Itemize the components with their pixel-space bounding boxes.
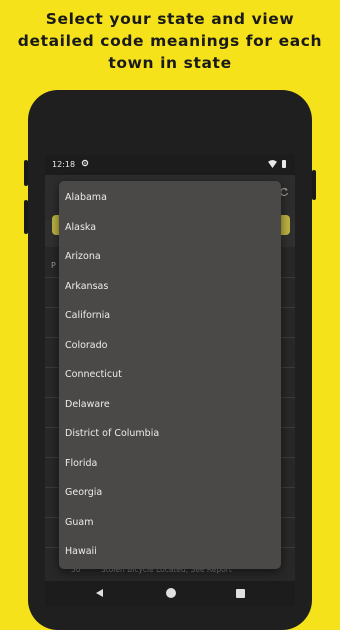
headline-line-2: detailed code meanings for each: [17, 32, 323, 50]
phone-side-button: [24, 160, 28, 186]
promo-headline: Select your state and view detailed code…: [0, 8, 340, 74]
battery-icon: [282, 160, 286, 168]
navigation-bar: [45, 581, 295, 606]
state-option-district-of-columbia[interactable]: District of Columbia: [59, 419, 281, 448]
state-option-arizona[interactable]: Arizona: [59, 242, 281, 271]
state-option-alabama[interactable]: Alabama: [59, 183, 281, 212]
state-option-hawaii[interactable]: Hawaii: [59, 537, 281, 566]
state-option-florida[interactable]: Florida: [59, 449, 281, 478]
headline-line-1: Select your state and view: [45, 10, 295, 28]
status-bar: 12:18: [45, 155, 295, 175]
back-icon[interactable]: [96, 589, 103, 597]
state-dropdown-menu: Alabama Alaska Arizona Arkansas Californ…: [59, 181, 281, 569]
status-time: 12:18: [52, 160, 76, 169]
state-option-california[interactable]: California: [59, 301, 281, 330]
list-header: P: [51, 261, 56, 270]
wifi-icon: [268, 160, 277, 168]
phone-side-button: [24, 200, 28, 234]
state-option-connecticut[interactable]: Connecticut: [59, 360, 281, 389]
state-option-delaware[interactable]: Delaware: [59, 390, 281, 419]
phone-side-button: [312, 170, 316, 200]
state-option-georgia[interactable]: Georgia: [59, 478, 281, 507]
recents-icon[interactable]: [236, 589, 245, 598]
gear-icon: [81, 159, 89, 167]
home-icon[interactable]: [166, 588, 176, 598]
headline-line-3: town in state: [108, 54, 232, 72]
state-option-arkansas[interactable]: Arkansas: [59, 272, 281, 301]
state-option-alaska[interactable]: Alaska: [59, 213, 281, 242]
state-option-guam[interactable]: Guam: [59, 508, 281, 537]
state-option-colorado[interactable]: Colorado: [59, 331, 281, 360]
